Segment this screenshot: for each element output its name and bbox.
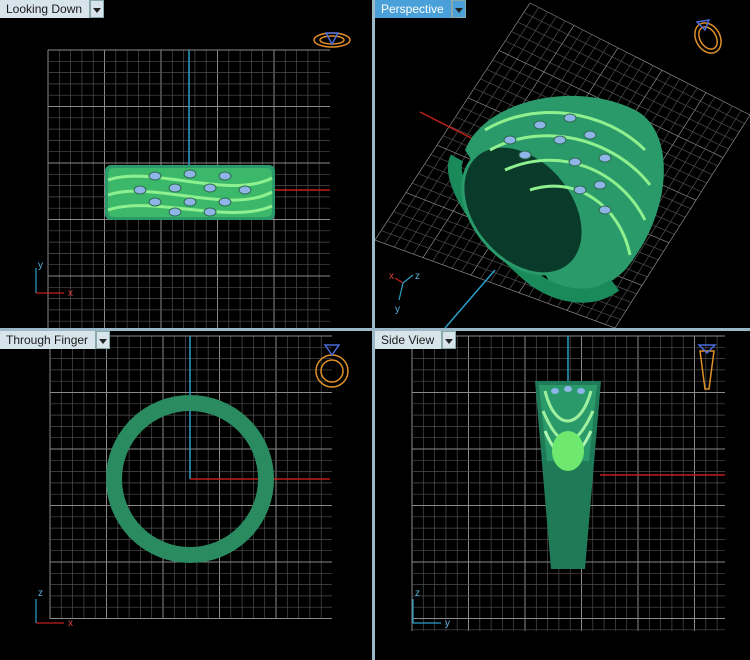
- ring-orientation-icon[interactable]: [315, 344, 349, 388]
- viewport-label: Perspective: [375, 0, 452, 18]
- axis-gizmo: z x y: [389, 271, 420, 315]
- viewport-canvas[interactable]: y x: [0, 0, 372, 328]
- viewport-tab-through-finger[interactable]: Through Finger: [0, 331, 111, 349]
- axis-label-y: y: [38, 260, 43, 271]
- axis-gizmo: y x: [35, 260, 73, 299]
- axis-label-x: x: [68, 618, 73, 629]
- axis-label-x: x: [68, 288, 73, 299]
- viewport-perspective[interactable]: Perspective z x y: [375, 0, 750, 328]
- ring-model[interactable]: [105, 165, 275, 220]
- grid: [49, 335, 332, 619]
- viewport-looking-down[interactable]: Looking Down y x: [0, 0, 372, 328]
- viewport-menu-dropdown-icon[interactable]: [96, 331, 111, 349]
- viewport-canvas[interactable]: z y: [375, 331, 750, 660]
- viewport-menu-dropdown-icon[interactable]: [451, 0, 466, 18]
- viewport-tab-side-view[interactable]: Side View: [375, 331, 457, 349]
- axis-label-x: x: [389, 271, 394, 282]
- axis-label-z: z: [38, 588, 43, 599]
- axis-y-line: [444, 269, 496, 328]
- viewport-label: Looking Down: [0, 0, 91, 18]
- viewport-menu-dropdown-icon[interactable]: [90, 0, 105, 18]
- viewport-canvas[interactable]: z x y: [375, 0, 750, 328]
- axis-label-z: z: [415, 588, 420, 599]
- axis-gizmo: z y: [412, 588, 450, 629]
- viewport-menu-dropdown-icon[interactable]: [442, 331, 457, 349]
- ring-model[interactable]: [535, 381, 601, 569]
- ring-orientation-icon[interactable]: [690, 18, 727, 58]
- viewport-tab-perspective[interactable]: Perspective: [375, 0, 466, 18]
- viewport-through-finger[interactable]: Through Finger z x: [0, 331, 372, 660]
- viewport-canvas[interactable]: z x: [0, 331, 372, 660]
- viewport-label: Through Finger: [0, 331, 97, 349]
- axis-label-z: z: [415, 271, 420, 282]
- axis-label-y: y: [395, 304, 400, 315]
- axis-gizmo: z x: [35, 588, 73, 629]
- axis-label-y: y: [445, 618, 450, 629]
- viewport-side-view[interactable]: Side View z y: [375, 331, 750, 660]
- viewport-tab-looking-down[interactable]: Looking Down: [0, 0, 105, 18]
- ring-orientation-icon[interactable]: [697, 344, 717, 390]
- ring-orientation-icon[interactable]: [313, 32, 351, 48]
- viewport-label: Side View: [375, 331, 443, 349]
